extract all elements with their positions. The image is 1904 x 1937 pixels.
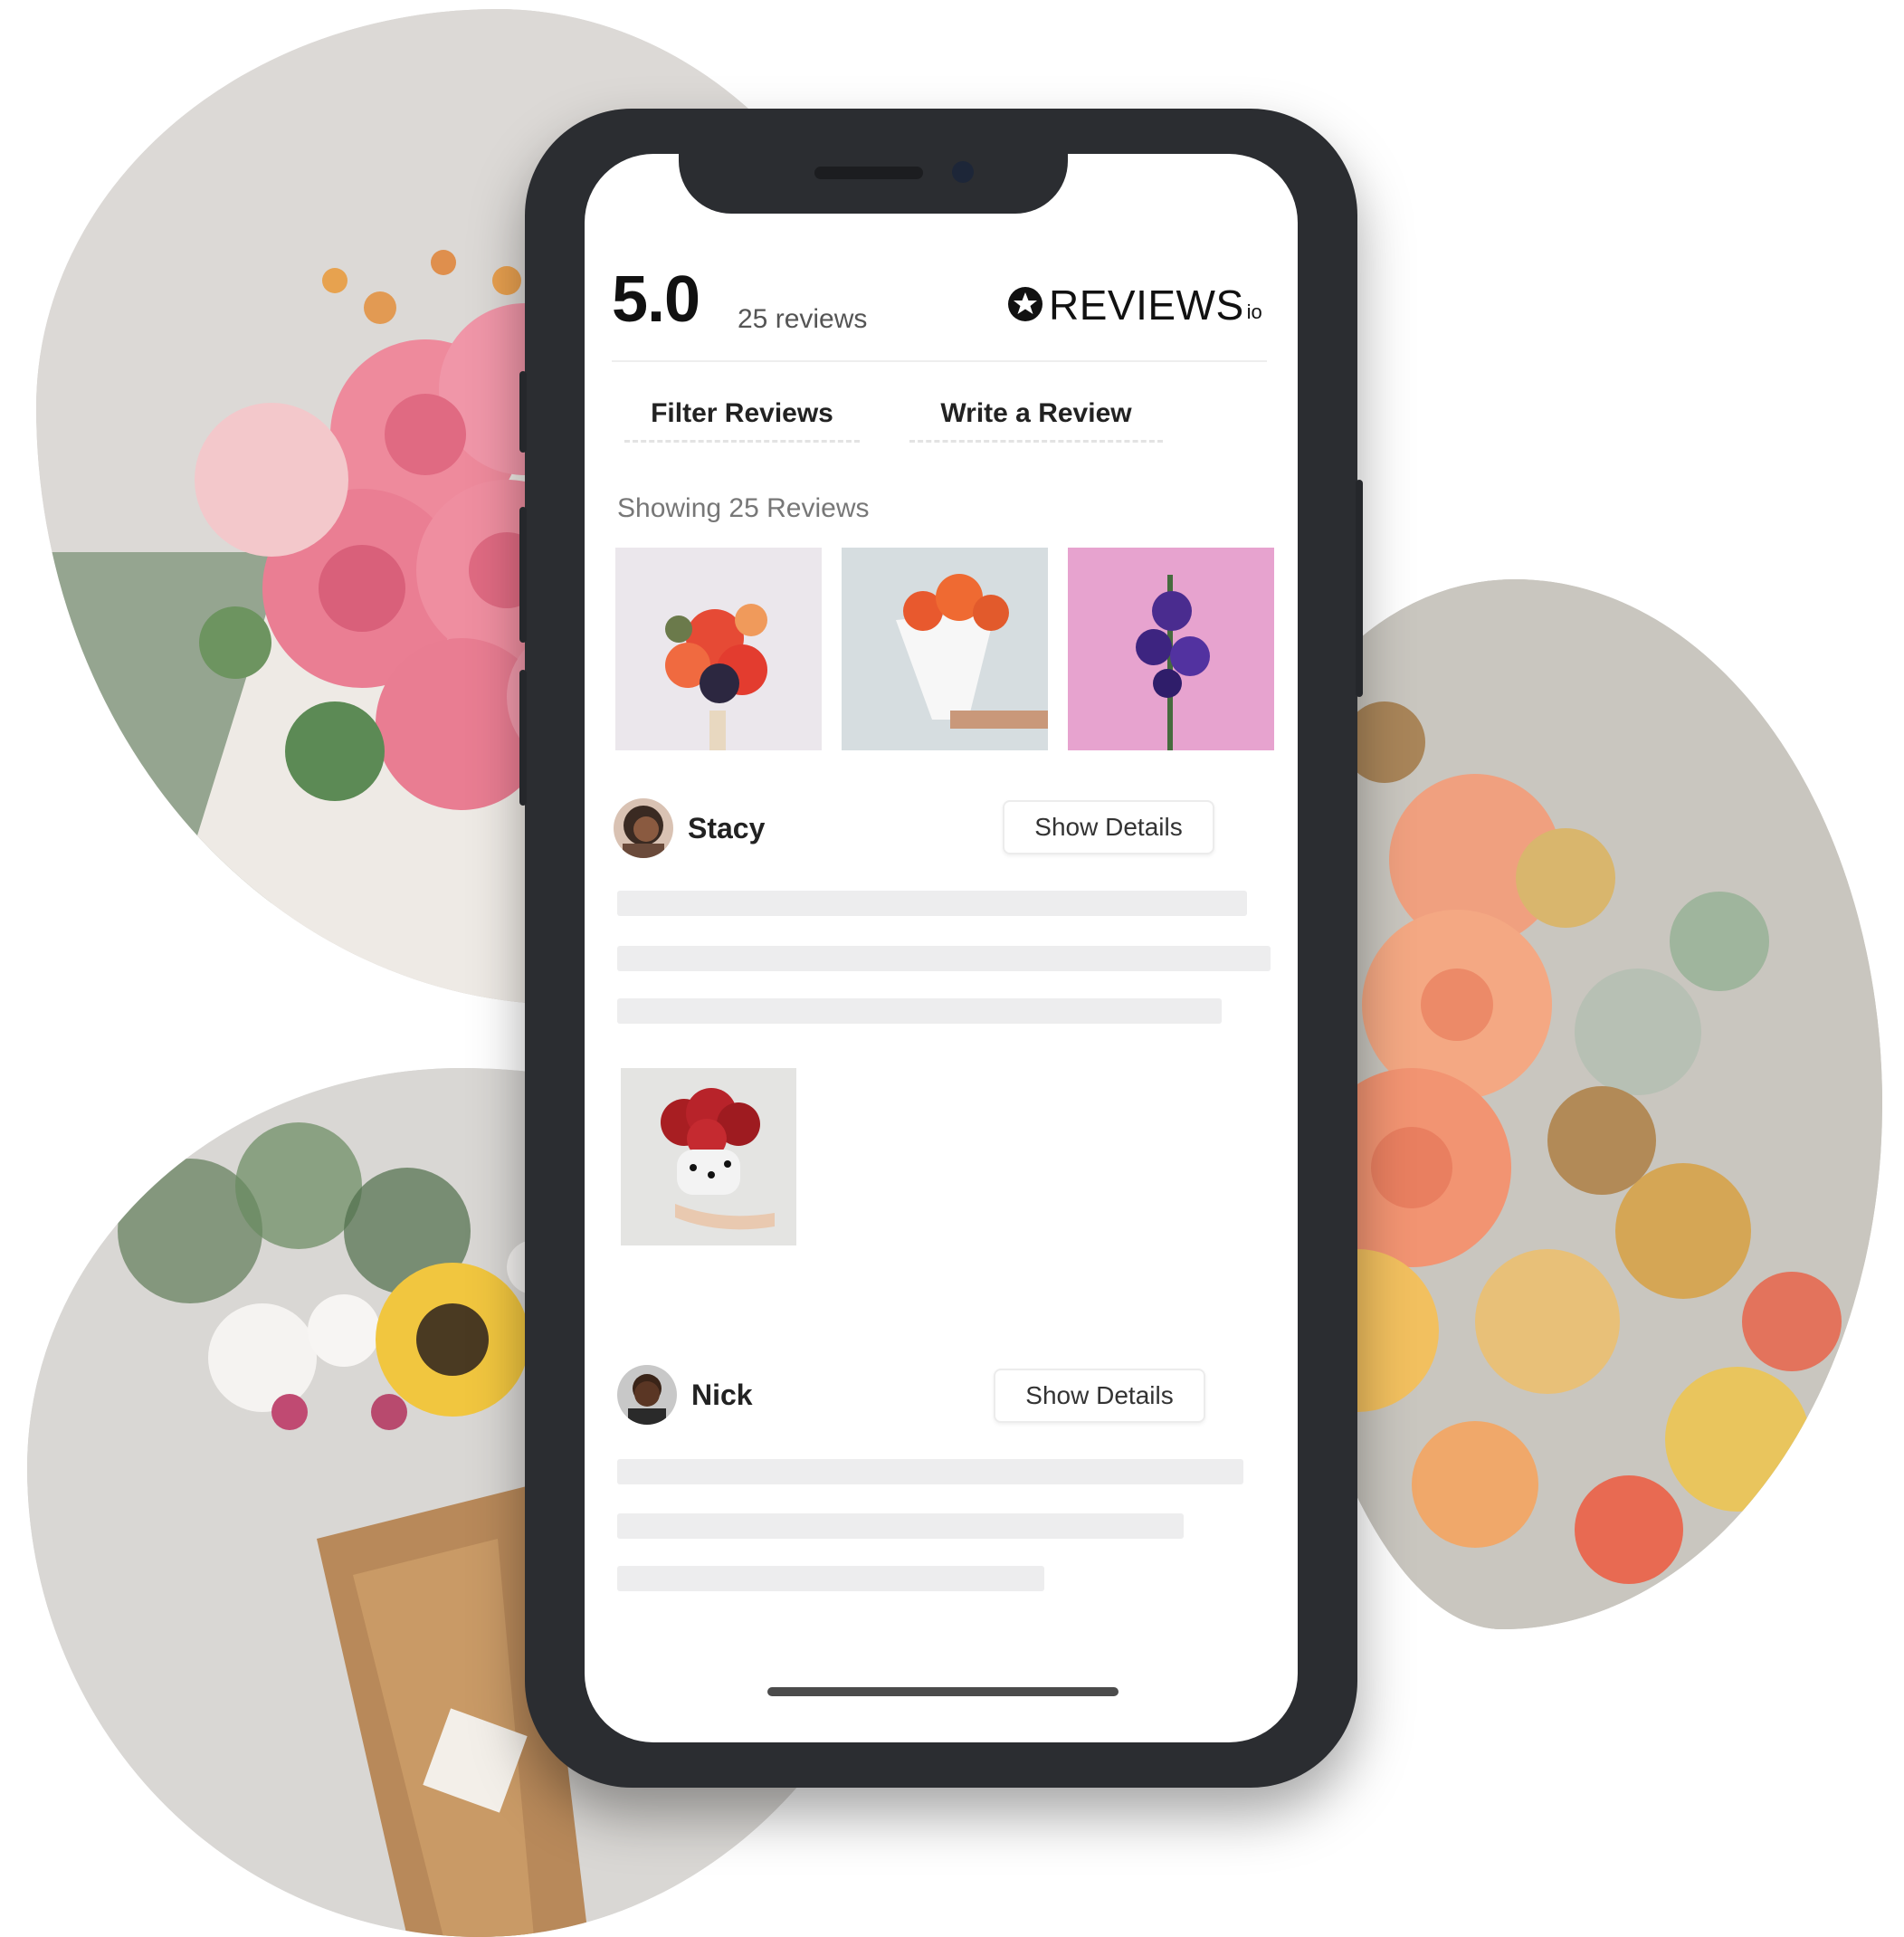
brand-name: REVIEWS xyxy=(1049,281,1244,329)
volume-up-button xyxy=(519,507,527,643)
text-placeholder-line xyxy=(617,1566,1044,1591)
avatar xyxy=(614,798,673,858)
review-header-nick: Nick xyxy=(617,1365,753,1425)
text-placeholder-line xyxy=(617,946,1271,971)
silent-switch xyxy=(519,371,527,453)
text-placeholder-line xyxy=(617,1513,1184,1539)
write-review-tab[interactable]: Write a Review xyxy=(909,398,1163,443)
gallery-photo-3[interactable] xyxy=(1068,548,1274,750)
power-button xyxy=(1356,480,1363,697)
header-divider xyxy=(612,360,1267,362)
reviewer-name: Nick xyxy=(691,1378,753,1411)
home-indicator[interactable] xyxy=(767,1687,1119,1696)
text-placeholder-line xyxy=(617,998,1222,1024)
showing-reviews-label: Showing 25 Reviews xyxy=(617,493,870,523)
review-photo[interactable] xyxy=(621,1068,796,1245)
avatar xyxy=(617,1365,677,1425)
reviewer-name: Stacy xyxy=(688,811,766,844)
volume-down-button xyxy=(519,670,527,806)
review-header-stacy: Stacy xyxy=(614,798,765,858)
speaker-grille xyxy=(814,167,923,179)
brand-suffix: io xyxy=(1246,301,1262,323)
gallery-photo-1[interactable] xyxy=(615,548,822,750)
reviews-io-logo: REVIEWS io xyxy=(1007,281,1262,329)
average-rating: 5.0 xyxy=(612,263,700,336)
phone-notch xyxy=(679,109,1068,214)
show-details-button[interactable]: Show Details xyxy=(1003,800,1214,854)
star-badge-icon xyxy=(1008,287,1042,321)
filter-reviews-tab[interactable]: Filter Reviews xyxy=(624,398,860,443)
front-camera xyxy=(952,161,974,183)
gallery-photo-2[interactable] xyxy=(842,548,1048,750)
text-placeholder-line xyxy=(617,891,1247,916)
show-details-button[interactable]: Show Details xyxy=(994,1369,1205,1423)
text-placeholder-line xyxy=(617,1459,1243,1484)
review-count: 25 reviews xyxy=(738,304,868,334)
